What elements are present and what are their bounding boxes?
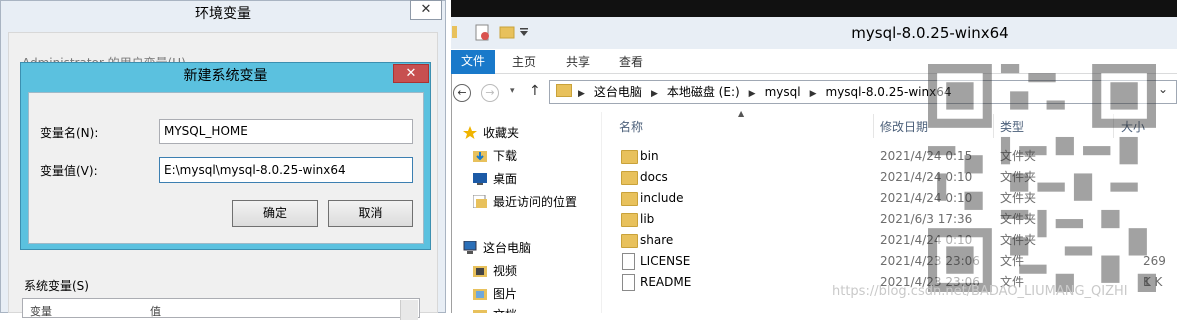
tab-file[interactable]: 文件 bbox=[451, 50, 495, 74]
file-name: bin bbox=[640, 149, 659, 163]
folder-icon bbox=[621, 213, 638, 227]
tree-item-label: 最近访问的位置 bbox=[493, 195, 578, 209]
column-separator[interactable] bbox=[873, 114, 874, 138]
computer-icon bbox=[463, 240, 477, 254]
breadcrumb-separator[interactable]: ▶ bbox=[749, 89, 756, 99]
back-button[interactable]: ← bbox=[453, 84, 471, 102]
qr-code-watermark bbox=[928, 64, 1156, 292]
forward-button[interactable]: → bbox=[481, 84, 499, 102]
tree-item-documents[interactable]: 文档 bbox=[473, 305, 517, 313]
breadcrumb-local-disk[interactable]: 本地磁盘 (E:) bbox=[667, 85, 740, 99]
tree-item-label: 视频 bbox=[493, 264, 518, 278]
file-name: README bbox=[640, 275, 692, 289]
explorer-top-edge bbox=[451, 0, 1177, 17]
navigation-pane: 收藏夹 下载 桌面 最近访问的位置 这台电脑 视频 图片 文档 bbox=[455, 112, 600, 313]
folder-icon bbox=[621, 171, 638, 185]
pictures-icon bbox=[473, 286, 487, 300]
sort-ascending-icon: ▲ bbox=[738, 109, 745, 118]
file-name: docs bbox=[640, 170, 668, 184]
tree-item-downloads[interactable]: 下载 bbox=[473, 146, 517, 166]
tree-item-label: 图片 bbox=[493, 287, 518, 301]
tab-view[interactable]: 查看 bbox=[619, 50, 643, 74]
address-folder-icon bbox=[556, 84, 572, 97]
env-vars-title: 环境变量 bbox=[195, 6, 251, 22]
breadcrumb-mysql[interactable]: mysql bbox=[765, 85, 801, 99]
system-vars-column-value[interactable]: 值 bbox=[150, 303, 161, 319]
file-name: include bbox=[640, 191, 684, 205]
tree-item-pictures[interactable]: 图片 bbox=[473, 284, 517, 304]
tree-item-videos[interactable]: 视频 bbox=[473, 261, 517, 281]
videos-icon bbox=[473, 263, 487, 277]
tree-item-recent-places[interactable]: 最近访问的位置 bbox=[472, 192, 578, 212]
breadcrumb-separator[interactable]: ▶ bbox=[651, 89, 658, 99]
tree-item-this-pc[interactable]: 这台电脑 bbox=[463, 238, 531, 258]
tree-item-label: 收藏夹 bbox=[483, 126, 520, 140]
breadcrumb[interactable]: ▶ 这台电脑 ▶ 本地磁盘 (E:) ▶ mysql ▶ mysql-8.0.25-winx6… bbox=[578, 80, 960, 104]
quick-access-icons bbox=[452, 24, 528, 41]
ok-button[interactable]: 确定 bbox=[232, 200, 318, 227]
up-button[interactable]: ↑ bbox=[529, 83, 541, 99]
tree-item-favorites[interactable]: 收藏夹 bbox=[463, 123, 519, 143]
system-vars-table[interactable] bbox=[22, 298, 420, 318]
system-vars-column-variable[interactable]: 变量 bbox=[30, 303, 52, 319]
documents-icon bbox=[473, 307, 487, 313]
quick-access-toolbar[interactable] bbox=[452, 22, 532, 42]
cancel-button[interactable]: 取消 bbox=[328, 200, 413, 227]
star-icon bbox=[463, 125, 477, 139]
env-vars-close-button[interactable]: ✕ bbox=[410, 0, 442, 20]
desktop-icon bbox=[473, 171, 487, 185]
file-name: lib bbox=[640, 212, 655, 226]
tree-item-label: 文档 bbox=[493, 308, 517, 313]
explorer-title: mysql-8.0.25-winx64 bbox=[851, 24, 1009, 42]
folder-icon bbox=[621, 150, 638, 164]
tree-item-label: 这台电脑 bbox=[483, 241, 532, 255]
file-name: share bbox=[640, 233, 674, 247]
address-history-chevron-icon[interactable]: ⌄ bbox=[1158, 82, 1168, 96]
variable-name-input[interactable]: MYSQL_HOME bbox=[159, 119, 413, 144]
tree-item-label: 下载 bbox=[493, 149, 518, 163]
tab-share[interactable]: 共享 bbox=[566, 50, 590, 74]
folder-icon bbox=[621, 192, 638, 206]
breadcrumb-this-pc[interactable]: 这台电脑 bbox=[594, 85, 642, 99]
breadcrumb-separator: ▶ bbox=[578, 89, 585, 99]
dialog-title: 新建系统变量 bbox=[183, 68, 268, 84]
recent-locations-dropdown[interactable]: ▾ bbox=[510, 86, 515, 96]
variable-value-input[interactable]: E:\mysql\mysql-8.0.25-winx64 bbox=[159, 157, 413, 183]
column-header-name[interactable]: 名称 bbox=[619, 118, 643, 135]
folder-icon bbox=[621, 234, 638, 248]
tree-item-label: 桌面 bbox=[493, 172, 518, 186]
tree-item-desktop[interactable]: 桌面 bbox=[473, 169, 517, 189]
file-icon bbox=[622, 253, 635, 270]
dialog-close-button[interactable]: ✕ bbox=[393, 64, 429, 83]
recent-places-icon bbox=[472, 194, 487, 209]
system-vars-label: 系统变量(S) bbox=[24, 279, 89, 293]
pane-divider[interactable] bbox=[601, 112, 602, 313]
variable-value-label: 变量值(V): bbox=[40, 164, 98, 178]
system-vars-scrollbar[interactable] bbox=[400, 300, 418, 320]
column-header-date[interactable]: 修改日期 bbox=[880, 118, 928, 135]
watermark-text: https://blog.csdn.net/BADAO_LIUMANG_QIZH… bbox=[832, 284, 1128, 299]
breadcrumb-separator[interactable]: ▶ bbox=[810, 89, 817, 99]
file-icon bbox=[622, 274, 635, 291]
file-name: LICENSE bbox=[640, 254, 691, 268]
downloads-icon bbox=[473, 148, 487, 162]
tab-home[interactable]: 主页 bbox=[512, 50, 536, 74]
variable-name-label: 变量名(N): bbox=[40, 126, 99, 140]
